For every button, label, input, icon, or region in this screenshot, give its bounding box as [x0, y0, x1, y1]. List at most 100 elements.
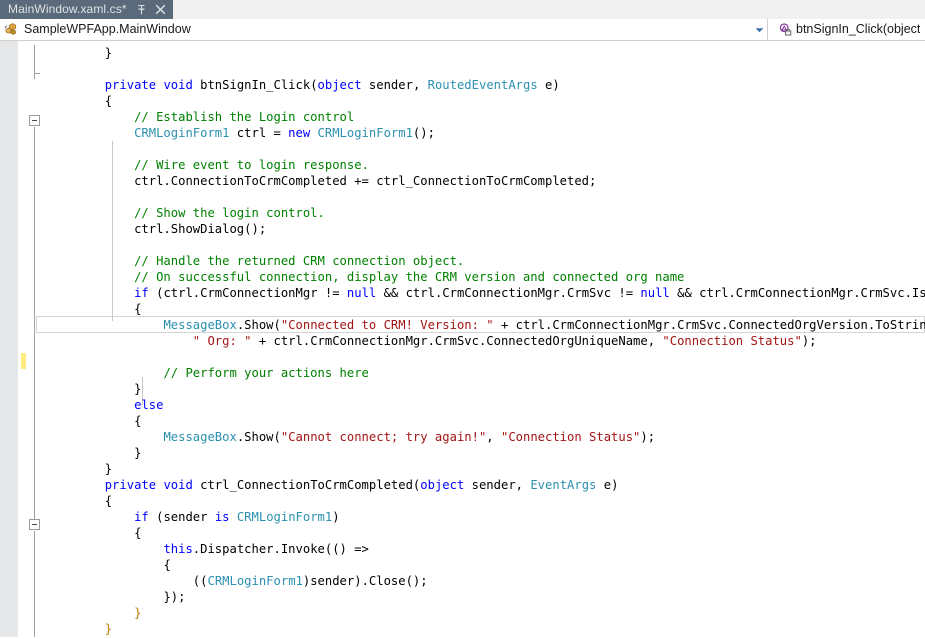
code-line[interactable]: ((CRMLoginForm1)sender).Close(); [0, 573, 428, 589]
code-line-content: { [0, 525, 141, 541]
code-line[interactable]: else [0, 397, 163, 413]
code-token: } [134, 446, 142, 460]
code-token: ctrl.ShowDialog(); [134, 222, 267, 236]
code-line-content: } [0, 461, 112, 477]
method-private-icon [777, 22, 792, 37]
chevron-down-icon[interactable] [751, 19, 767, 40]
code-token: else [134, 398, 164, 412]
code-line-content: // Show the login control. [0, 205, 325, 221]
code-line-content: MessageBox.Show("Connected to CRM! Versi… [0, 317, 925, 333]
code-line[interactable]: MessageBox.Show("Connected to CRM! Versi… [0, 317, 925, 333]
code-line-content [0, 349, 53, 365]
code-line[interactable] [0, 141, 53, 157]
code-token: ctrl_ConnectionToCrmCompleted( [192, 478, 421, 492]
code-line[interactable]: } [0, 621, 112, 637]
code-line[interactable]: CRMLoginForm1 ctrl = new CRMLoginForm1()… [0, 125, 435, 141]
code-token: sender, [361, 78, 428, 92]
code-line[interactable]: } [0, 45, 112, 61]
code-line-content: if (ctrl.CrmConnectionMgr != null && ctr… [0, 285, 925, 301]
code-token: null [640, 286, 670, 300]
member-selector-dropdown[interactable]: btnSignIn_Click(object [769, 19, 925, 40]
code-line[interactable]: } [0, 445, 141, 461]
code-line[interactable]: // Perform your actions here [0, 365, 368, 381]
code-token: sender, [464, 478, 531, 492]
code-line-content: // Perform your actions here [0, 365, 368, 381]
code-token: (ctrl.CrmConnectionMgr != [148, 286, 347, 300]
code-token: // Establish the Login control [134, 110, 355, 124]
code-line-content: }); [0, 589, 185, 605]
code-line-content: { [0, 557, 171, 573]
pin-icon[interactable] [136, 4, 147, 16]
code-token: + ctrl.CrmConnectionMgr.CrmSvc.Connected… [493, 318, 925, 332]
code-token: }); [163, 590, 186, 604]
code-line[interactable]: { [0, 493, 112, 509]
code-token: EventArgs [530, 478, 597, 492]
code-line-content: ctrl.ShowDialog(); [0, 221, 266, 237]
code-token: MessageBox [163, 430, 237, 444]
code-token: && ctrl.CrmConnectionMgr.CrmSvc.IsReady) [677, 286, 925, 300]
code-line[interactable]: } [0, 605, 141, 621]
code-line[interactable] [0, 237, 53, 253]
code-line[interactable]: private void ctrl_ConnectionToCrmComplet… [0, 477, 619, 493]
close-icon[interactable] [155, 4, 166, 15]
code-line-content: ((CRMLoginForm1)sender).Close(); [0, 573, 428, 589]
code-editor-surface[interactable]: } private void btnSignIn_Click(object se… [0, 41, 925, 637]
code-line-content: } [0, 45, 112, 61]
editor-tab-mainwindow-xaml-cs[interactable]: MainWindow.xaml.cs* [0, 0, 173, 19]
code-line-content: { [0, 93, 112, 109]
code-token: ) [332, 510, 340, 524]
code-line[interactable]: { [0, 557, 171, 573]
tab-strip-empty-area [173, 0, 925, 19]
code-line[interactable]: { [0, 301, 141, 317]
code-line[interactable]: " Org: " + ctrl.CrmConnectionMgr.CrmSvc.… [0, 333, 817, 349]
code-token: if [134, 286, 149, 300]
code-line-content: { [0, 413, 141, 429]
code-token: { [134, 302, 142, 316]
code-line[interactable]: if (ctrl.CrmConnectionMgr != null && ctr… [0, 285, 925, 301]
code-line[interactable] [0, 349, 53, 365]
code-token: private [104, 78, 157, 92]
code-line-content: if (sender is CRMLoginForm1) [0, 509, 340, 525]
code-line[interactable]: { [0, 93, 112, 109]
code-line[interactable]: ctrl.ConnectionToCrmCompleted += ctrl_Co… [0, 173, 596, 189]
code-text-layer[interactable]: } private void btnSignIn_Click(object se… [0, 41, 925, 637]
code-token: { [104, 494, 113, 508]
code-line[interactable]: this.Dispatcher.Invoke(() => [0, 541, 368, 557]
code-line-content [0, 61, 53, 77]
code-line[interactable]: } [0, 381, 141, 397]
code-line[interactable]: if (sender is CRMLoginForm1) [0, 509, 340, 525]
code-line[interactable]: { [0, 413, 141, 429]
member-selector-label: btnSignIn_Click(object [796, 22, 921, 36]
code-token: } [104, 622, 113, 636]
code-line-content: } [0, 605, 141, 621]
type-selector-dropdown[interactable]: SampleWPFApp.MainWindow [0, 19, 768, 40]
code-line[interactable]: }); [0, 589, 185, 605]
code-token: // Handle the returned CRM connection ob… [134, 254, 465, 268]
code-line[interactable]: private void btnSignIn_Click(object send… [0, 77, 560, 93]
code-token: )sender).Close(); [302, 574, 428, 588]
code-line[interactable]: // On successful connection, display the… [0, 269, 684, 285]
code-line-content: else [0, 397, 163, 413]
code-line[interactable]: { [0, 525, 141, 541]
code-line[interactable]: // Wire event to login response. [0, 157, 369, 173]
editor-tab-strip: MainWindow.xaml.cs* [0, 0, 925, 19]
code-line[interactable]: ctrl.ShowDialog(); [0, 221, 266, 237]
code-token: { [134, 414, 142, 428]
code-token: e) [596, 478, 619, 492]
code-token: object [420, 478, 465, 492]
code-line[interactable]: // Handle the returned CRM connection ob… [0, 253, 464, 269]
code-line[interactable]: } [0, 461, 112, 477]
code-line[interactable] [0, 189, 53, 205]
code-token: (( [192, 574, 208, 588]
code-line[interactable] [0, 61, 53, 77]
code-line-content: // On successful connection, display the… [0, 269, 684, 285]
code-token: .Show( [236, 318, 281, 332]
code-token: ctrl = [229, 126, 289, 140]
code-line[interactable]: MessageBox.Show("Cannot connect; try aga… [0, 429, 655, 445]
code-token: object [317, 78, 362, 92]
code-line[interactable]: // Establish the Login control [0, 109, 354, 125]
code-token: { [163, 558, 171, 572]
code-line[interactable]: // Show the login control. [0, 205, 325, 221]
type-selector-label: SampleWPFApp.MainWindow [24, 22, 191, 36]
